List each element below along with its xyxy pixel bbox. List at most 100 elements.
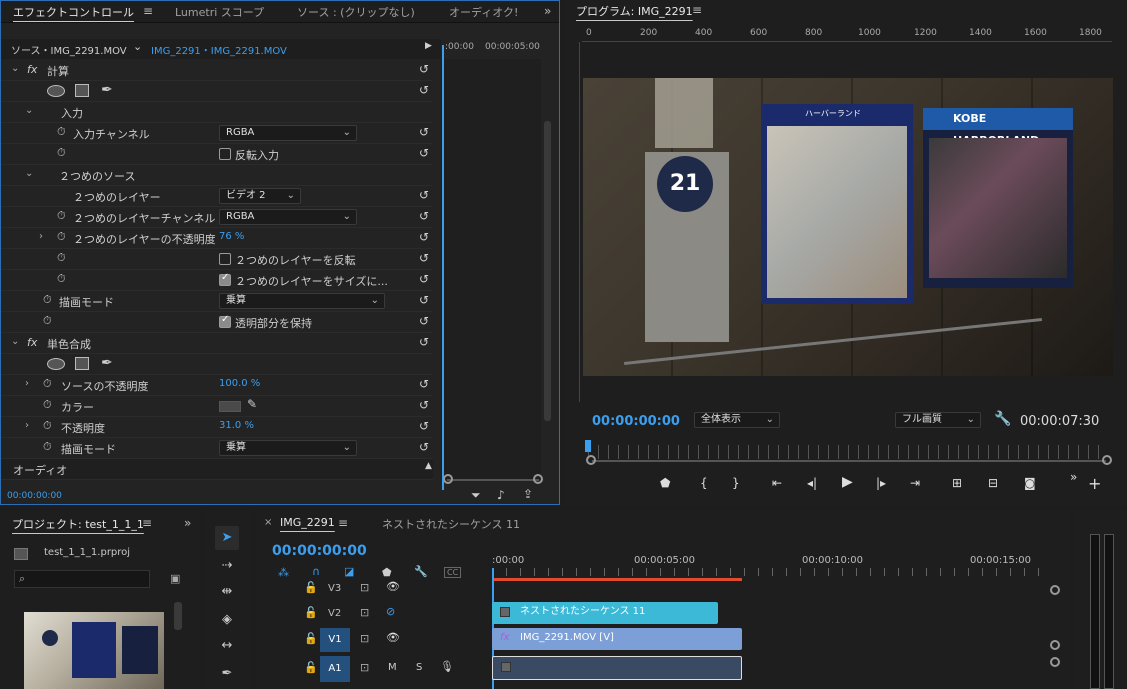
ripple-edit-icon[interactable]: ⇹ bbox=[215, 580, 239, 604]
mark-in-icon[interactable]: { bbox=[700, 476, 708, 490]
tab-effect-controls[interactable]: エフェクトコントロール bbox=[13, 4, 134, 20]
reset-icon[interactable]: ↺ bbox=[419, 335, 429, 349]
track-name-v3[interactable]: V3 bbox=[328, 583, 341, 594]
stopwatch-icon[interactable]: ⏱ bbox=[43, 419, 52, 433]
project-scrollbar[interactable] bbox=[174, 602, 182, 630]
clip-img2291-video[interactable]: fx IMG_2291.MOV [V] bbox=[492, 628, 742, 650]
lock-icon[interactable]: 🔓 bbox=[304, 581, 318, 594]
sync-icon[interactable]: ⊡ bbox=[360, 632, 369, 645]
razor-icon[interactable]: ◈ bbox=[215, 608, 239, 632]
collapse-icon[interactable]: ⌄ bbox=[25, 168, 33, 179]
track-name-v2[interactable]: V2 bbox=[328, 608, 341, 619]
resize-second-checkbox[interactable] bbox=[219, 272, 231, 286]
timeline-timecode[interactable]: 00:00:00:00 bbox=[272, 543, 367, 559]
invert-second-checkbox[interactable] bbox=[219, 253, 231, 265]
program-playhead[interactable] bbox=[585, 440, 591, 452]
opacity-value[interactable]: 31.0 % bbox=[219, 420, 254, 431]
reset-icon[interactable]: ↺ bbox=[419, 83, 429, 97]
stopwatch-icon[interactable]: ⏱ bbox=[57, 230, 66, 244]
solo-button[interactable]: S bbox=[416, 662, 422, 673]
selection-tool-icon[interactable]: ➤ bbox=[215, 526, 239, 550]
play-icon[interactable]: ▶ bbox=[842, 474, 853, 490]
new-bin-icon[interactable]: ▣ bbox=[170, 572, 180, 585]
reset-icon[interactable]: ↺ bbox=[419, 188, 429, 202]
clip-label[interactable]: IMG_2291・IMG_2291.MOV bbox=[151, 42, 287, 57]
rect-mask-icon[interactable] bbox=[75, 84, 89, 97]
add-button-icon[interactable]: + bbox=[1088, 474, 1101, 493]
reset-icon[interactable]: ↺ bbox=[419, 125, 429, 139]
stopwatch-icon[interactable]: ⏱ bbox=[43, 440, 52, 454]
overflow-icon[interactable]: » bbox=[544, 4, 551, 18]
go-to-in-icon[interactable]: ⇤ bbox=[772, 476, 782, 490]
reset-icon[interactable]: ↺ bbox=[419, 440, 429, 454]
wrench-icon[interactable]: 🔧 bbox=[994, 411, 1011, 427]
wrench-icon[interactable]: 🔧 bbox=[414, 565, 428, 578]
source-opacity-value[interactable]: 100.0 % bbox=[219, 378, 260, 389]
collapse-icon[interactable]: ⌄ bbox=[11, 63, 19, 74]
tab-source[interactable]: ソース : (クリップなし) bbox=[297, 4, 415, 20]
collapse-up-icon[interactable]: ▲ bbox=[425, 461, 432, 471]
program-zoom-bar[interactable] bbox=[592, 460, 1106, 462]
expand-icon[interactable]: › bbox=[25, 420, 29, 431]
reset-icon[interactable]: ↺ bbox=[419, 62, 429, 76]
export-frame-icon[interactable]: ◙ bbox=[1024, 476, 1036, 490]
magnet-icon[interactable]: ∩ bbox=[312, 565, 320, 578]
export-icon[interactable]: ⇪ bbox=[523, 487, 533, 501]
pen-mask-icon[interactable]: ✒ bbox=[101, 82, 113, 98]
zoom-slider[interactable] bbox=[447, 479, 539, 481]
second-layer-opacity-value[interactable]: 76 % bbox=[219, 231, 244, 242]
stopwatch-icon[interactable]: ⏱ bbox=[57, 125, 66, 139]
project-thumbnail[interactable] bbox=[24, 612, 164, 689]
scroll-handle-top[interactable] bbox=[1050, 585, 1060, 595]
mic-icon[interactable]: 🎙 bbox=[440, 660, 454, 673]
collapse-icon[interactable]: ⌄ bbox=[25, 105, 33, 116]
overflow-icon[interactable]: » bbox=[184, 516, 191, 530]
track-name-a1[interactable]: A1 bbox=[320, 656, 350, 682]
scroll-handle-mid[interactable] bbox=[1050, 640, 1060, 650]
tab-lumetri-scopes[interactable]: Lumetri スコープ bbox=[175, 4, 264, 20]
zoom-handle-left[interactable] bbox=[586, 455, 596, 465]
lock-icon[interactable]: 🔓 bbox=[304, 661, 318, 674]
reset-icon[interactable]: ↺ bbox=[419, 377, 429, 391]
reset-icon[interactable]: ↺ bbox=[419, 419, 429, 433]
blend-mode-select[interactable]: 乗算 ⌄ bbox=[219, 293, 385, 309]
stopwatch-icon[interactable]: ⏱ bbox=[43, 314, 52, 328]
play-only-icon[interactable]: ▶ bbox=[425, 41, 432, 51]
mark-out-icon[interactable]: } bbox=[732, 476, 740, 490]
menu-icon[interactable]: ≡ bbox=[142, 516, 152, 530]
captions-badge[interactable]: CC bbox=[444, 567, 462, 578]
menu-icon[interactable]: ≡ bbox=[692, 3, 702, 17]
effect-timecode[interactable]: 00:00:00:00 bbox=[7, 491, 62, 501]
lock-icon[interactable]: 🔓 bbox=[304, 632, 318, 645]
chevron-down-icon[interactable]: ⌄ bbox=[133, 40, 142, 53]
zoom-handle-right[interactable] bbox=[1102, 455, 1112, 465]
lock-icon[interactable]: 🔓 bbox=[304, 606, 318, 619]
clip-nested-sequence[interactable]: ネストされたシーケンス 11 bbox=[492, 602, 718, 624]
work-area-bar[interactable] bbox=[492, 578, 742, 581]
reset-icon[interactable]: ↺ bbox=[419, 272, 429, 286]
menu-icon[interactable]: ≡ bbox=[143, 4, 153, 18]
stopwatch-icon[interactable]: ⏱ bbox=[43, 377, 52, 391]
menu-icon[interactable]: ≡ bbox=[338, 516, 348, 530]
tab-timeline-img2291[interactable]: IMG_2291 bbox=[280, 516, 335, 529]
close-icon[interactable]: × bbox=[264, 517, 272, 528]
go-to-out-icon[interactable]: ⇥ bbox=[910, 476, 920, 490]
scroll-handle-bot[interactable] bbox=[1050, 657, 1060, 667]
program-scrubber[interactable] bbox=[588, 445, 1108, 459]
mini-playhead[interactable] bbox=[442, 45, 444, 490]
reset-icon[interactable]: ↺ bbox=[419, 398, 429, 412]
tab-nested-sequence[interactable]: ネストされたシーケンス 11 bbox=[382, 516, 520, 532]
stopwatch-icon[interactable]: ⏱ bbox=[57, 251, 66, 265]
tab-audio-clip-mixer[interactable]: オーディオク! bbox=[449, 4, 518, 20]
reset-icon[interactable]: ↺ bbox=[419, 209, 429, 223]
filter-icon[interactable]: ⏷ bbox=[471, 488, 481, 503]
stopwatch-icon[interactable]: ⏱ bbox=[57, 272, 66, 286]
blend-mode2-select[interactable]: 乗算 ⌄ bbox=[219, 440, 357, 456]
eye-hidden-icon[interactable]: ⊘ bbox=[386, 605, 395, 618]
slider-handle-left[interactable] bbox=[443, 474, 453, 484]
color-swatch[interactable] bbox=[219, 401, 241, 412]
eye-icon[interactable]: 👁 bbox=[386, 631, 400, 644]
step-back-icon[interactable]: ◂| bbox=[807, 476, 817, 490]
program-timecode[interactable]: 00:00:00:00 bbox=[592, 414, 680, 429]
sync-icon[interactable]: ⊡ bbox=[360, 606, 369, 619]
